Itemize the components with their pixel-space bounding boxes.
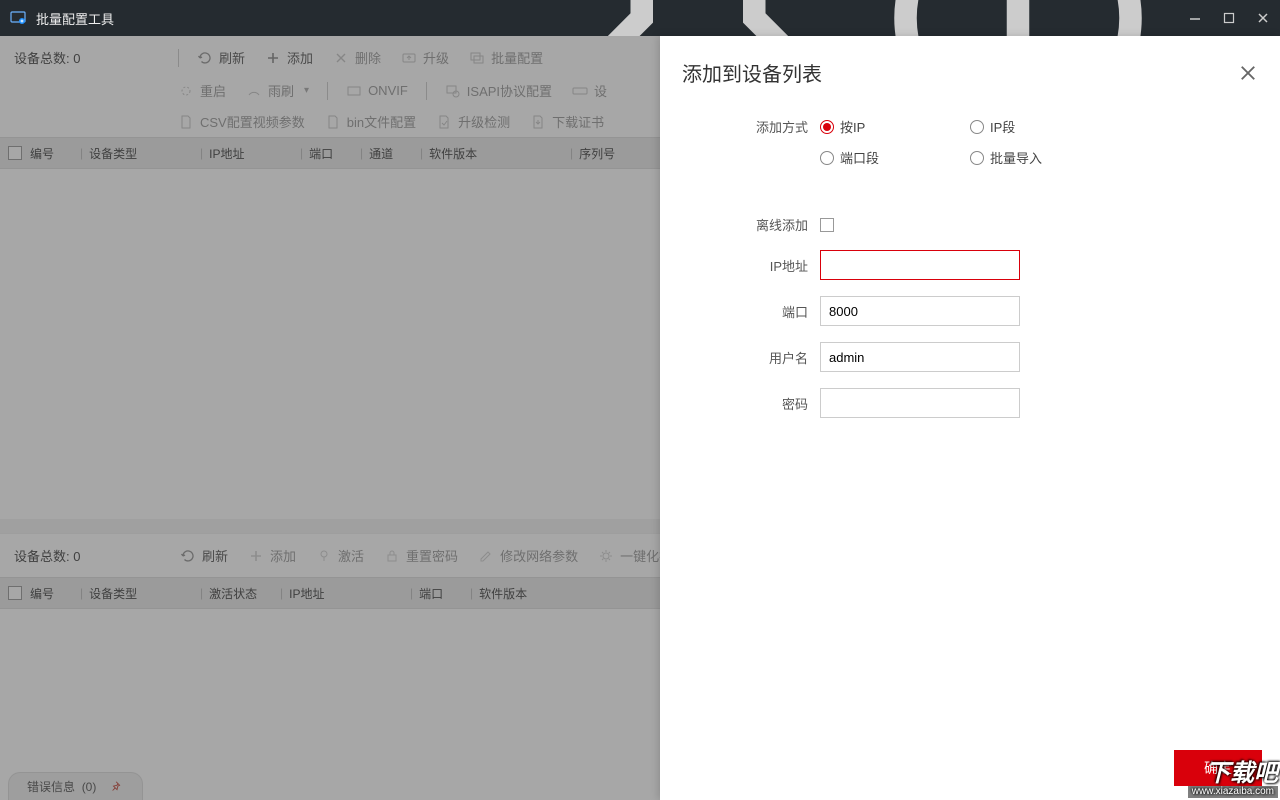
app-title: 批量配置工具 <box>36 9 114 28</box>
radio-port-range[interactable]: 端口段 <box>820 148 970 167</box>
device-total-lower: 设备总数: 0 <box>10 540 170 571</box>
isapi-button[interactable]: ISAPI协议配置 <box>435 75 562 106</box>
check-icon <box>436 114 452 130</box>
delete-icon <box>333 50 349 66</box>
upgrade-icon <box>401 50 417 66</box>
refresh-lower-button[interactable]: 刷新 <box>170 540 238 571</box>
add-button[interactable]: 添加 <box>255 42 323 73</box>
port-input[interactable] <box>820 296 1020 326</box>
ip-input[interactable] <box>820 250 1020 280</box>
activate-button[interactable]: 激活 <box>306 540 374 571</box>
refresh-icon <box>197 50 213 66</box>
activate-icon <box>316 548 332 564</box>
radio-by-ip[interactable]: 按IP <box>820 117 970 136</box>
user-label: 用户名 <box>690 348 820 367</box>
upgrade-button[interactable]: 升级 <box>391 42 459 73</box>
reset-pwd-button[interactable]: 重置密码 <box>374 540 468 571</box>
app-icon <box>10 10 26 26</box>
modify-net-button[interactable]: 修改网络参数 <box>468 540 588 571</box>
refresh-icon <box>180 548 196 564</box>
isapi-icon <box>445 83 461 99</box>
radio-icon <box>820 120 834 134</box>
wiper-icon <box>246 83 262 99</box>
panel-title: 添加到设备列表 <box>682 58 822 87</box>
gear-icon <box>598 548 614 564</box>
ip-label: IP地址 <box>690 256 820 275</box>
plus-icon <box>248 548 264 564</box>
minimize-icon[interactable] <box>1188 11 1202 25</box>
port-label: 端口 <box>690 302 820 321</box>
offline-add-label: 离线添加 <box>690 215 820 234</box>
upgrade-check-button[interactable]: 升级检测 <box>426 106 520 137</box>
maximize-icon[interactable] <box>1222 11 1236 25</box>
password-input[interactable] <box>820 388 1020 418</box>
wiper-button[interactable]: 雨刷 ▾ <box>236 75 319 106</box>
csv-icon <box>178 114 194 130</box>
add-mode-label: 添加方式 <box>690 117 820 136</box>
select-all-checkbox[interactable] <box>8 146 22 160</box>
radio-icon <box>820 151 834 165</box>
close-icon[interactable] <box>1256 11 1270 25</box>
add-device-panel: 添加到设备列表 添加方式 按IP IP段 端口段 批量导入 离线添加 <box>660 36 1280 800</box>
offline-add-checkbox[interactable] <box>820 218 834 232</box>
restart-button[interactable]: 重启 <box>168 75 236 106</box>
error-info-tab[interactable]: 错误信息 (0) <box>8 772 143 800</box>
onvif-button[interactable]: ONVIF <box>336 77 418 105</box>
csv-button[interactable]: CSV配置视频参数 <box>168 106 315 137</box>
chevron-down-icon: ▾ <box>304 85 309 96</box>
radio-ip-range[interactable]: IP段 <box>970 117 1120 136</box>
restart-icon <box>178 83 194 99</box>
watermark: 下载吧 www.xiazaiba.com <box>1188 762 1278 798</box>
radio-batch-import[interactable]: 批量导入 <box>970 148 1120 167</box>
download-icon <box>530 114 546 130</box>
refresh-button[interactable]: 刷新 <box>187 42 255 73</box>
add-lower-button[interactable]: 添加 <box>238 540 306 571</box>
device-total-upper: 设备总数: 0 <box>10 42 170 73</box>
keyboard-icon <box>572 83 588 99</box>
radio-icon <box>970 120 984 134</box>
download-cert-button[interactable]: 下载证书 <box>520 106 614 137</box>
plus-icon <box>265 50 281 66</box>
batch-icon <box>469 50 485 66</box>
pwd-label: 密码 <box>690 394 820 413</box>
titlebar: 批量配置工具 <box>0 0 1280 36</box>
bin-icon <box>325 114 341 130</box>
edit-icon <box>478 548 494 564</box>
select-all-checkbox-lower[interactable] <box>8 586 22 600</box>
panel-close-button[interactable] <box>1238 63 1258 83</box>
set-button[interactable]: 设 <box>562 75 617 106</box>
onvif-icon <box>346 83 362 99</box>
username-input[interactable] <box>820 342 1020 372</box>
lock-icon <box>384 548 400 564</box>
radio-icon <box>970 151 984 165</box>
bin-button[interactable]: bin文件配置 <box>315 106 426 137</box>
batch-config-button[interactable]: 批量配置 <box>459 42 553 73</box>
delete-button[interactable]: 删除 <box>323 42 391 73</box>
pin-icon[interactable] <box>110 780 124 794</box>
